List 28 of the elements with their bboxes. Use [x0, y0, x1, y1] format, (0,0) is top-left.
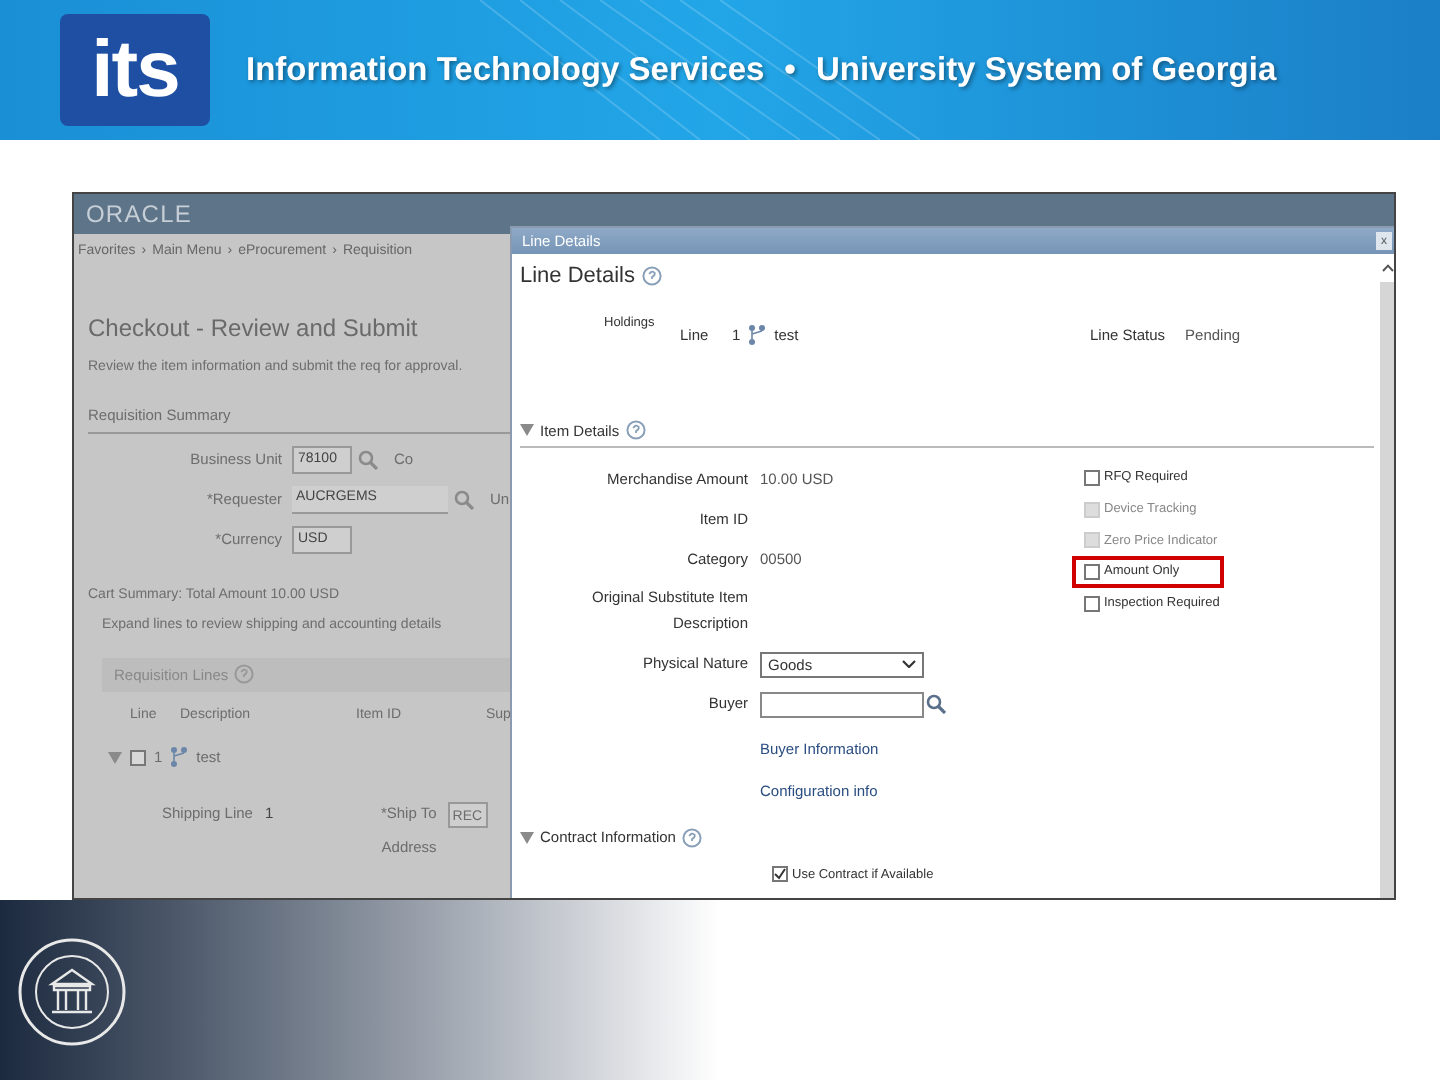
oracle-logo: ORACLE	[86, 198, 192, 232]
hierarchy-icon	[748, 323, 767, 346]
scroll-up-icon	[1382, 264, 1394, 272]
help-icon	[625, 420, 646, 441]
checkbox[interactable]	[1084, 469, 1100, 486]
chevron-down-icon	[902, 660, 916, 669]
its-logo: its	[60, 14, 210, 126]
caret-icon	[520, 831, 534, 844]
checkbox[interactable]	[130, 749, 146, 766]
checkbox[interactable]	[1084, 595, 1100, 612]
section-toggle[interactable]	[520, 831, 534, 844]
search-icon	[926, 694, 946, 715]
caret-icon	[520, 424, 534, 437]
check-icon	[774, 868, 786, 881]
dialog-heading: Line Details	[520, 262, 635, 292]
input-field[interactable]	[760, 691, 924, 718]
header-title: Information Technology Services	[246, 49, 765, 92]
checkbox[interactable]	[1084, 564, 1100, 581]
page-heading: Checkout - Review and Submit	[88, 312, 420, 346]
help-icon	[642, 266, 663, 287]
header-subtitle: University System of Georgia	[815, 49, 1277, 92]
separator-dot: •	[784, 49, 796, 92]
hierarchy-icon	[170, 746, 189, 769]
help-icon	[234, 664, 255, 685]
checkbox[interactable]	[772, 866, 788, 883]
seal-icon	[16, 936, 128, 1048]
help-icon	[681, 827, 702, 848]
section-toggle[interactable]	[520, 424, 534, 437]
